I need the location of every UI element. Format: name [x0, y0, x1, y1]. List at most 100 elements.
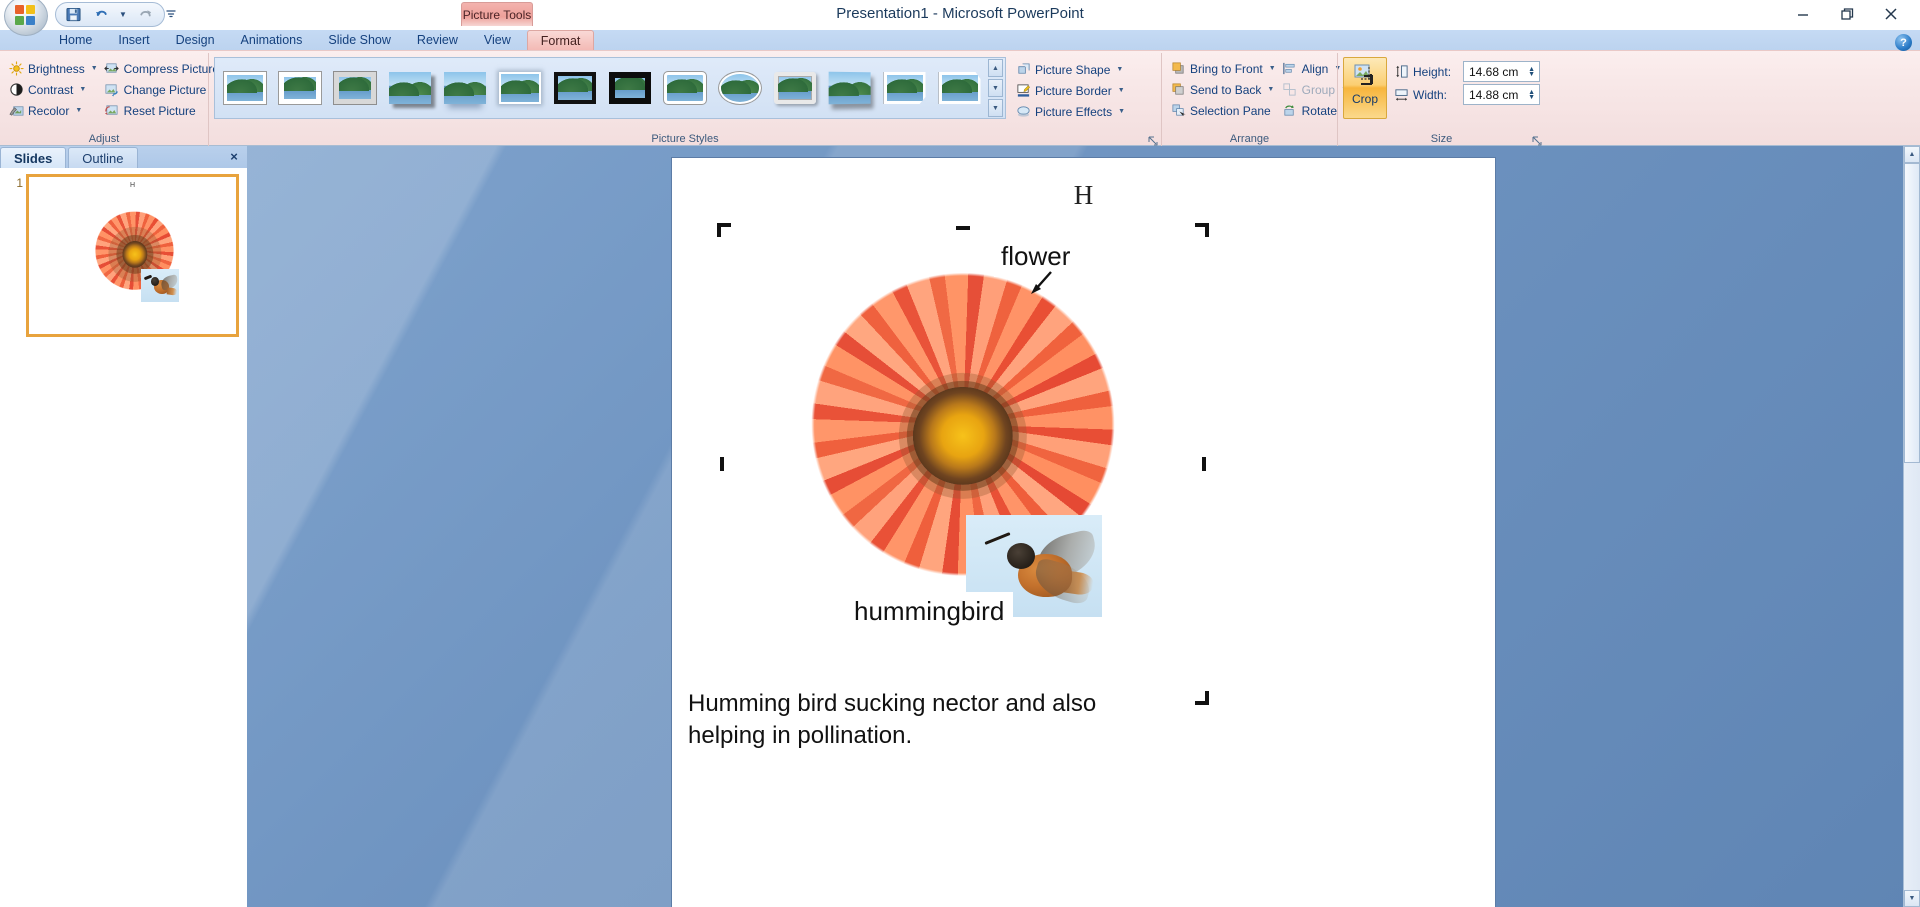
- width-field-row: Width: 14.88 cm ▲▼: [1393, 83, 1540, 106]
- crop-button[interactable]: Crop: [1343, 57, 1387, 119]
- picture-style-thumbnail[interactable]: [492, 61, 547, 115]
- contrast-label: Contrast: [28, 84, 73, 96]
- ribbon-tabstrip: Home Insert Design Animations Slide Show…: [0, 30, 1920, 50]
- tab-outline[interactable]: Outline: [68, 147, 137, 168]
- gallery-more-icon[interactable]: ▼: [988, 99, 1003, 117]
- bring-to-front-icon: [1170, 61, 1186, 77]
- slide-thumbnail-item[interactable]: 1 H: [8, 174, 239, 337]
- bring-to-front-button[interactable]: Bring to Front ▼: [1167, 58, 1279, 79]
- tab-review[interactable]: Review: [404, 30, 471, 50]
- gallery-scroll-up-icon[interactable]: ▲: [988, 59, 1003, 77]
- group-label: Group: [1302, 84, 1335, 96]
- chevron-down-icon: ▼: [1267, 86, 1274, 93]
- height-input[interactable]: 14.68 cm ▲▼: [1463, 61, 1540, 82]
- slides-pane-tabs: Slides Outline ×: [0, 146, 247, 168]
- tab-slides[interactable]: Slides: [0, 147, 66, 168]
- align-icon: [1282, 61, 1298, 77]
- tab-insert[interactable]: Insert: [105, 30, 162, 50]
- height-label: Height:: [1413, 65, 1459, 79]
- picture-border-button[interactable]: Picture Border ▼: [1012, 80, 1128, 101]
- contrast-icon: [8, 82, 24, 98]
- gallery-scroll-down-icon[interactable]: ▼: [988, 79, 1003, 97]
- picture-style-thumbnail[interactable]: [382, 61, 437, 115]
- picture-style-thumbnail[interactable]: [712, 61, 767, 115]
- send-to-back-button[interactable]: Send to Back ▼: [1167, 79, 1279, 100]
- tab-animations[interactable]: Animations: [228, 30, 316, 50]
- scrollbar-track[interactable]: [1904, 463, 1920, 890]
- compress-pictures-icon: [104, 61, 120, 77]
- slides-pane-body: 1 H: [0, 168, 247, 907]
- chevron-down-icon: ▼: [79, 86, 86, 93]
- crop-handle-right[interactable]: [1202, 457, 1206, 471]
- recolor-icon: [8, 103, 24, 119]
- ribbon: Brightness ▼ Contrast ▼ Re: [0, 50, 1920, 146]
- help-icon[interactable]: ?: [1895, 34, 1912, 51]
- selection-pane-icon: [1170, 103, 1186, 119]
- chevron-down-icon: ▼: [91, 65, 98, 72]
- picture-shape-icon: [1015, 62, 1031, 78]
- tab-view[interactable]: View: [471, 30, 524, 50]
- picture-styles-dialog-launcher-icon[interactable]: [1147, 135, 1158, 146]
- picture-effects-button[interactable]: Picture Effects ▼: [1012, 101, 1128, 122]
- picture-style-thumbnail[interactable]: [272, 61, 327, 115]
- slides-pane: Slides Outline × 1 H: [0, 146, 247, 907]
- size-dialog-launcher-icon[interactable]: [1531, 135, 1542, 146]
- scroll-up-icon[interactable]: ▲: [1904, 146, 1920, 163]
- group-label-picture-styles: Picture Styles: [214, 132, 1156, 147]
- picture-style-thumbnail[interactable]: [932, 61, 987, 115]
- selection-pane-button[interactable]: Selection Pane: [1167, 100, 1279, 121]
- group-label-arrange: Arrange: [1167, 132, 1332, 147]
- width-input[interactable]: 14.88 cm ▲▼: [1463, 84, 1540, 105]
- flower-arrow-icon: [1027, 270, 1055, 296]
- scroll-down-icon[interactable]: ▼: [1904, 890, 1920, 907]
- slide-surface[interactable]: H: [672, 158, 1495, 907]
- office-button[interactable]: [4, 0, 48, 36]
- width-icon: [1393, 87, 1409, 103]
- chevron-down-icon: ▼: [75, 107, 82, 114]
- close-icon[interactable]: [1878, 3, 1904, 25]
- height-value: 14.68 cm: [1469, 65, 1518, 79]
- close-pane-icon[interactable]: ×: [227, 149, 241, 163]
- picture-effects-label: Picture Effects: [1035, 106, 1112, 118]
- chevron-down-icon: ▼: [1269, 65, 1276, 72]
- slide-caption[interactable]: Humming bird sucking nector and also hel…: [680, 682, 1142, 761]
- tab-design[interactable]: Design: [163, 30, 228, 50]
- picture-style-thumbnail[interactable]: [217, 61, 272, 115]
- tab-home[interactable]: Home: [46, 30, 105, 50]
- picture-style-thumbnail[interactable]: [877, 61, 932, 115]
- restore-icon[interactable]: [1834, 3, 1860, 25]
- tab-slide-show[interactable]: Slide Show: [315, 30, 404, 50]
- ribbon-group-adjust: Brightness ▼ Contrast ▼ Re: [0, 53, 208, 147]
- scrollbar-thumb[interactable]: [1904, 163, 1920, 463]
- width-stepper-icon[interactable]: ▲▼: [1528, 90, 1537, 100]
- gallery-scroll-buttons: ▲ ▼ ▼: [988, 59, 1003, 117]
- slide-title[interactable]: H: [672, 180, 1495, 211]
- tab-format[interactable]: Format: [527, 30, 595, 50]
- align-label: Align: [1302, 63, 1329, 75]
- hummingbird-label[interactable]: hummingbird: [845, 592, 1013, 633]
- picture-effects-icon: [1015, 104, 1031, 120]
- picture-shape-button[interactable]: Picture Shape ▼: [1012, 59, 1128, 80]
- picture-style-thumbnail[interactable]: [602, 61, 657, 115]
- title-bar: ▼ Picture Tools Presentation1 - Microsof…: [0, 0, 1920, 30]
- picture-style-thumbnail[interactable]: [437, 61, 492, 115]
- crop-icon: [1351, 63, 1379, 89]
- canvas-vertical-scrollbar[interactable]: ▲ ▼: [1903, 146, 1920, 907]
- picture-style-thumbnail[interactable]: [822, 61, 877, 115]
- recolor-button[interactable]: Recolor ▼: [5, 100, 101, 121]
- picture-style-thumbnail[interactable]: [767, 61, 822, 115]
- brightness-icon: [8, 61, 24, 77]
- picture-style-thumbnail[interactable]: [327, 61, 382, 115]
- selection-pane-label: Selection Pane: [1190, 105, 1271, 117]
- height-stepper-icon[interactable]: ▲▼: [1528, 67, 1537, 77]
- bring-to-front-label: Bring to Front: [1190, 63, 1263, 75]
- picture-style-thumbnail[interactable]: [547, 61, 602, 115]
- picture-styles-gallery[interactable]: ▲ ▼ ▼: [214, 57, 1006, 119]
- ribbon-group-picture-styles: ▲ ▼ ▼ Picture Shape ▼: [208, 53, 1161, 147]
- contrast-button[interactable]: Contrast ▼: [5, 79, 101, 100]
- brightness-button[interactable]: Brightness ▼: [5, 58, 101, 79]
- main-area: Slides Outline × 1 H: [0, 146, 1920, 907]
- picture-style-thumbnail[interactable]: [657, 61, 712, 115]
- chevron-down-icon: ▼: [1118, 87, 1125, 94]
- minimize-icon[interactable]: [1790, 3, 1816, 25]
